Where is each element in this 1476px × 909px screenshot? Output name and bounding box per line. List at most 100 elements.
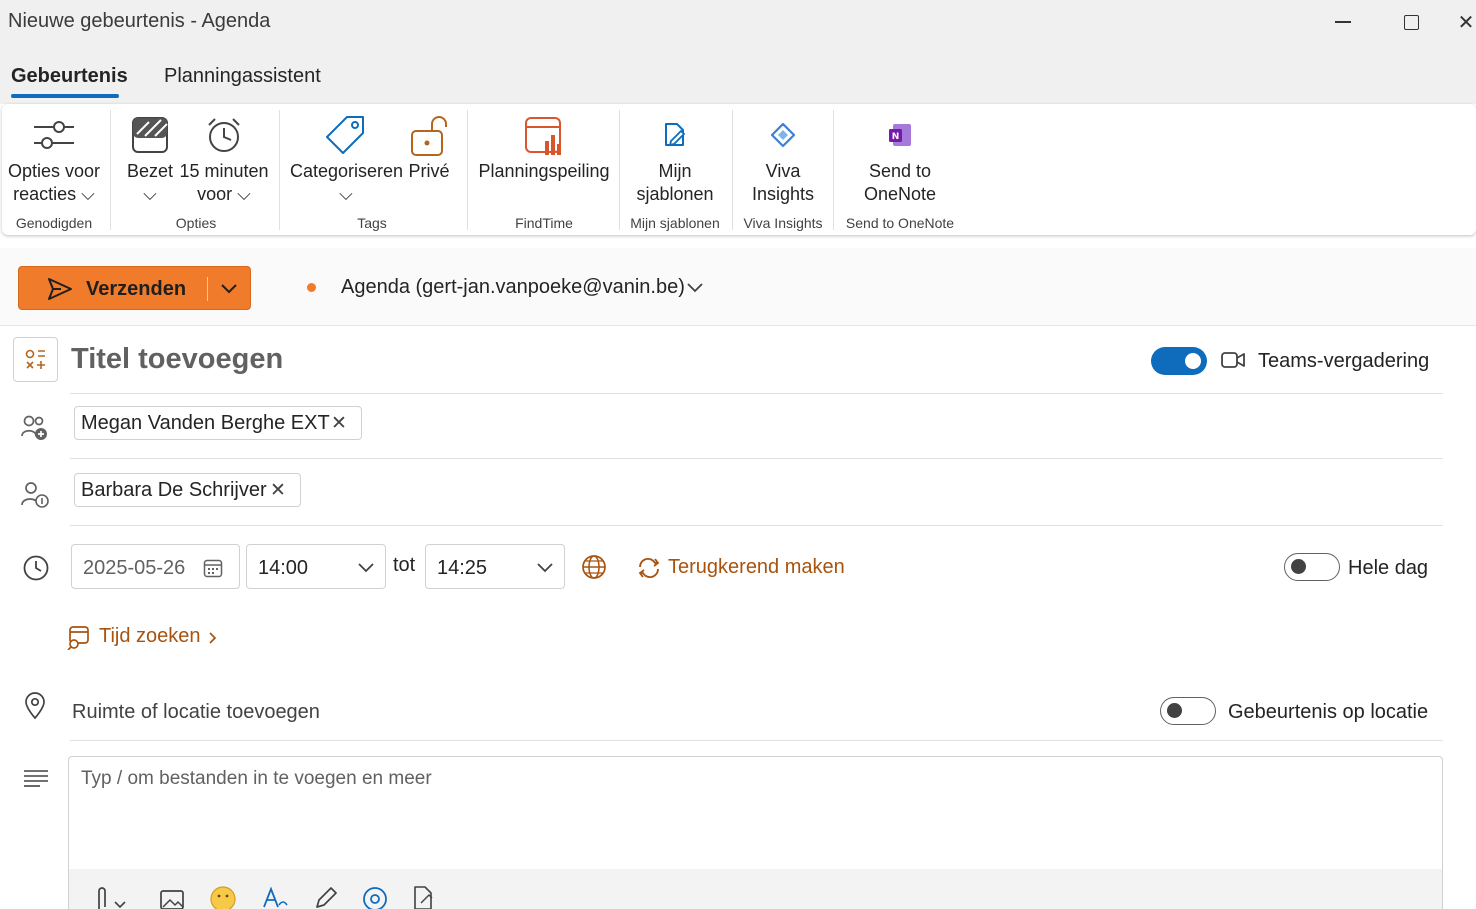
- my-templates-label-2: sjablonen: [636, 184, 714, 204]
- text-format-icon[interactable]: [261, 885, 289, 909]
- repeat-icon: [638, 557, 660, 579]
- group-label-mijn-sjablonen: Mijn sjablonen: [630, 215, 720, 231]
- svg-text:N: N: [892, 132, 900, 142]
- active-tab-indicator: [11, 94, 119, 98]
- clock-icon: [23, 555, 49, 581]
- group-label-send-to-onenote: Send to OneNote: [845, 215, 955, 231]
- group-label-findtime: FindTime: [515, 215, 573, 231]
- tab-gebeurtenis[interactable]: Gebeurtenis: [11, 65, 128, 88]
- show-as-busy-button[interactable]: Bezet ⌵: [122, 110, 178, 206]
- categorize-button[interactable]: Categoriseren ⌵: [290, 110, 403, 206]
- group-label-viva-insights: Viva Insights: [743, 215, 823, 231]
- minimize-button[interactable]: [1323, 8, 1363, 36]
- split-divider: [207, 277, 208, 301]
- my-templates-label-1: Mijn: [658, 161, 692, 181]
- sliders-icon: [34, 121, 74, 149]
- attendee-chip[interactable]: Barbara De Schrijver ✕: [74, 473, 301, 507]
- divider: [70, 393, 1443, 394]
- chevron-down-icon: [537, 563, 553, 573]
- chevron-down-icon[interactable]: [686, 282, 704, 293]
- window-title: Nieuwe gebeurtenis - Agenda: [8, 10, 271, 32]
- send-icon: [48, 278, 72, 300]
- remove-attendee-icon[interactable]: ✕: [331, 412, 347, 435]
- globe-icon[interactable]: [581, 554, 607, 580]
- send-button[interactable]: Verzenden: [18, 266, 251, 310]
- close-button[interactable]: ✕: [1456, 8, 1476, 36]
- teams-meeting-toggle[interactable]: [1151, 347, 1207, 375]
- reminder-button[interactable]: 15 minuten voor ⌵: [178, 110, 270, 206]
- pen-icon[interactable]: [312, 885, 338, 909]
- date-value: 2025-05-26: [83, 557, 186, 579]
- response-options-label-2: reacties ⌵: [13, 184, 95, 204]
- send-to-onenote-button[interactable]: N Send to OneNote: [838, 110, 962, 206]
- body-editor[interactable]: Typ / om bestanden in te voegen en meer: [68, 756, 1443, 909]
- alarm-clock-icon: [208, 118, 240, 152]
- title-prefix-icon-button[interactable]: [13, 337, 58, 382]
- calendar-selector[interactable]: Agenda (gert-jan.vanpoeke@vanin.be): [341, 276, 685, 299]
- title-bar: Nieuwe gebeurtenis - Agenda ✕: [0, 0, 1476, 46]
- make-recurring-label: Terugkerend maken: [668, 556, 845, 578]
- title-input[interactable]: Titel toevoegen: [71, 343, 283, 376]
- end-time-value: 14:25: [437, 557, 488, 579]
- all-day-label: Hele dag: [1348, 557, 1429, 579]
- emoji-symbols-icon: [25, 349, 45, 369]
- video-camera-icon: [1221, 352, 1245, 368]
- send-button-label: Verzenden: [86, 278, 187, 300]
- reminder-label-1: 15 minuten: [179, 161, 269, 181]
- divider: [70, 458, 1443, 459]
- viva-insights-button[interactable]: Viva Insights: [738, 110, 828, 206]
- reminder-label-2: voor ⌵: [197, 184, 251, 204]
- response-options-button[interactable]: Opties voor reacties ⌵: [4, 110, 104, 206]
- add-people-icon: [21, 415, 47, 440]
- tab-planningassistent[interactable]: Planningassistent: [164, 65, 321, 88]
- location-input[interactable]: Ruimte of locatie toevoegen: [72, 701, 320, 724]
- poll-calendar-icon: [525, 117, 561, 155]
- group-label-tags: Tags: [357, 215, 387, 231]
- scheduling-poll-label: Planningspeiling: [478, 161, 610, 181]
- in-person-event-label: Gebeurtenis op locatie: [1228, 701, 1429, 723]
- chevron-down-icon[interactable]: [220, 283, 238, 294]
- image-icon[interactable]: [159, 885, 185, 909]
- emoji-icon[interactable]: [209, 885, 237, 909]
- maximize-button[interactable]: [1391, 8, 1431, 36]
- attendee-chip[interactable]: Megan Vanden Berghe EXT ✕: [74, 406, 362, 440]
- private-button[interactable]: Privé: [404, 110, 454, 183]
- mention-icon[interactable]: [362, 885, 388, 909]
- close-icon: ✕: [1457, 11, 1475, 34]
- start-time-select[interactable]: 14:00: [246, 544, 386, 589]
- formatting-toolbar: [69, 869, 1442, 909]
- group-separator: [619, 110, 620, 230]
- calendar-search-icon: [67, 626, 89, 650]
- all-day-toggle[interactable]: [1284, 553, 1340, 581]
- start-time-value: 14:00: [258, 557, 309, 579]
- categorize-chevron: ⌵: [339, 184, 353, 204]
- my-templates-button[interactable]: Mijn sjablonen: [624, 110, 726, 206]
- private-label: Privé: [408, 161, 450, 181]
- body-placeholder: Typ / om bestanden in te voegen en meer: [81, 768, 432, 789]
- group-separator: [279, 110, 280, 230]
- attendee-name: Barbara De Schrijver: [81, 479, 267, 501]
- group-label-opties: Opties: [175, 215, 217, 231]
- remove-attendee-icon[interactable]: ✕: [270, 479, 286, 502]
- insert-file-icon[interactable]: [412, 885, 436, 909]
- calendar-color-dot: [307, 283, 316, 292]
- end-time-select[interactable]: 14:25: [425, 544, 565, 589]
- group-separator: [110, 110, 111, 230]
- group-separator: [732, 110, 733, 230]
- location-pin-icon: [25, 692, 45, 720]
- in-person-event-toggle[interactable]: [1160, 697, 1216, 725]
- group-separator: [467, 110, 468, 230]
- text-lines-icon: [24, 770, 48, 787]
- group-separator: [833, 110, 834, 230]
- viva-insights-label-1: Viva: [765, 161, 801, 181]
- find-time-button[interactable]: Tijd zoeken: [66, 624, 226, 650]
- send-to-onenote-label-2: OneNote: [863, 184, 937, 204]
- scheduling-poll-button[interactable]: Planningspeiling: [474, 110, 614, 183]
- chevron-right-icon: [209, 632, 217, 644]
- busy-icon: [132, 117, 168, 153]
- viva-insights-label-2: Insights: [751, 184, 815, 204]
- date-picker[interactable]: 2025-05-26: [71, 544, 240, 589]
- maximize-icon: [1403, 14, 1419, 30]
- attach-icon[interactable]: [91, 885, 131, 909]
- optional-attendee-icon: [21, 482, 49, 508]
